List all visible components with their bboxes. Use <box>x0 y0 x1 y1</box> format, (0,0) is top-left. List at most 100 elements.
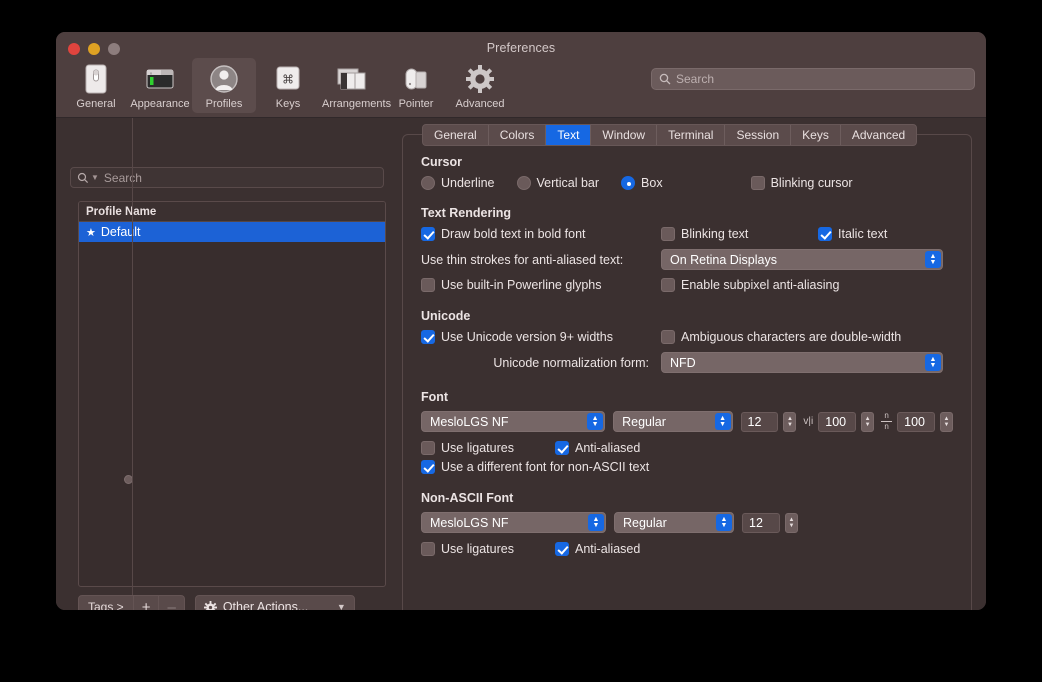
vertical-spacing-field[interactable]: 100 <box>897 411 935 432</box>
profile-search-field[interactable]: ▼ Search <box>70 167 384 188</box>
vertical-spacing-icon: nn <box>881 412 893 431</box>
toolbar-item-general[interactable]: General <box>64 58 128 113</box>
toolbar-item-label: General <box>76 98 116 110</box>
toolbar-item-label: Appearance <box>130 98 190 110</box>
tab-terminal[interactable]: Terminal <box>657 125 726 145</box>
tab-keys[interactable]: Keys <box>791 125 841 145</box>
add-profile-button[interactable]: + <box>133 595 160 610</box>
toolbar-item-label: Keys <box>275 98 301 110</box>
toolbar-item-label: Profiles <box>205 98 243 110</box>
toolbar-search-field[interactable]: Search <box>651 68 975 90</box>
subpixel-antialiasing-checkbox[interactable]: Enable subpixel anti-aliasing <box>661 278 839 292</box>
toolbar-item-profiles[interactable]: Profiles <box>192 58 256 113</box>
remove-profile-button[interactable]: – <box>159 595 185 610</box>
thin-strokes-label: Use thin strokes for anti-aliased text: <box>421 252 624 267</box>
font-antialiased-checkbox[interactable]: Anti-aliased <box>555 441 640 455</box>
chevron-down-icon: ▼ <box>336 602 346 610</box>
thin-strokes-select[interactable]: On Retina Displays ▲ ▼ <box>661 249 943 270</box>
unicode-normalization-value: NFD <box>670 355 696 370</box>
toolbar-item-appearance[interactable]: x Appearance <box>128 58 192 113</box>
profile-list-toolbar: Tags > + – Other Actions... ▼ <box>78 595 355 610</box>
font-style-select[interactable]: Regular ▲ ▼ <box>613 411 733 432</box>
tab-colors[interactable]: Colors <box>489 125 547 145</box>
non-ascii-font-style-select[interactable]: Regular ▲ ▼ <box>614 512 734 533</box>
profile-settings-panel: General Colors Text Window Terminal Sess… <box>402 124 972 610</box>
subpixel-antialiasing-label: Enable subpixel anti-aliasing <box>681 278 840 292</box>
svg-text:⌘: ⌘ <box>282 73 294 87</box>
non-ascii-font-size-field[interactable]: 12 <box>742 512 780 533</box>
table-row[interactable]: ★ Default <box>79 222 385 242</box>
draw-bold-label: Draw bold text in bold font <box>441 227 586 241</box>
tab-general[interactable]: General <box>423 125 489 145</box>
chevron-down-icon[interactable]: ▼ <box>91 173 99 182</box>
tab-advanced[interactable]: Advanced <box>841 125 916 145</box>
arrangements-icon <box>322 62 382 96</box>
checkbox-indicator <box>661 278 675 292</box>
search-icon <box>659 73 671 85</box>
font-ligatures-checkbox[interactable]: Use ligatures <box>421 441 555 455</box>
toolbar-item-advanced[interactable]: Advanced <box>448 58 512 113</box>
vertical-spacing-stepper[interactable]: ▲ ▼ <box>940 411 953 432</box>
chevron-updown-icon: ▲ ▼ <box>716 514 732 531</box>
non-ascii-ligatures-label: Use ligatures <box>441 542 514 556</box>
non-ascii-font-size-stepper[interactable]: ▲ ▼ <box>785 512 798 533</box>
non-ascii-antialiased-checkbox[interactable]: Anti-aliased <box>555 542 640 556</box>
svg-text:x: x <box>150 70 152 75</box>
horizontal-spacing-field[interactable]: 100 <box>818 411 857 432</box>
thin-strokes-row: Use thin strokes for anti-aliased text: … <box>421 249 953 270</box>
non-ascii-font-options-row: Use ligatures Anti-aliased <box>421 542 953 556</box>
tab-text[interactable]: Text <box>546 125 592 145</box>
italic-text-checkbox[interactable]: Italic text <box>818 227 887 241</box>
cursor-vertical-bar-radio[interactable]: Vertical bar <box>516 176 599 190</box>
font-family-select[interactable]: MesloLGS NF ▲ ▼ <box>421 411 606 432</box>
search-icon <box>77 172 89 184</box>
different-font-checkbox[interactable]: Use a different font for non-ASCII text <box>421 460 953 474</box>
non-ascii-ligatures-checkbox[interactable]: Use ligatures <box>421 542 555 556</box>
horizontal-spacing-stepper[interactable]: ▲ ▼ <box>861 411 875 432</box>
profile-name: Default <box>100 225 141 239</box>
font-size-stepper[interactable]: ▲ ▼ <box>783 411 797 432</box>
profile-list[interactable]: Profile Name ★ Default <box>78 201 386 587</box>
unicode-normalization-select[interactable]: NFD ▲ ▼ <box>661 352 943 373</box>
text-rendering-row-3: Use built-in Powerline glyphs Enable sub… <box>421 278 953 292</box>
profile-search-placeholder: Search <box>103 170 142 185</box>
radio-indicator <box>421 176 435 190</box>
font-size-field[interactable]: 12 <box>740 411 779 432</box>
other-actions-button[interactable]: Other Actions... ▼ <box>194 595 355 610</box>
appearance-icon: x <box>130 62 190 96</box>
preferences-window: Preferences General x Appearance Profile… <box>56 32 986 610</box>
blinking-cursor-checkbox[interactable]: Blinking cursor <box>750 176 853 190</box>
blinking-text-label: Blinking text <box>681 227 749 241</box>
text-rendering-row-1: Draw bold text in bold font Blinking tex… <box>421 227 953 241</box>
italic-text-label: Italic text <box>838 227 888 241</box>
blinking-text-checkbox[interactable]: Blinking text <box>661 227 818 241</box>
cursor-box-radio[interactable]: Box <box>621 176 663 190</box>
checkbox-indicator <box>421 227 435 241</box>
toolbar-item-pointer[interactable]: Pointer <box>384 58 448 113</box>
font-style-value: Regular <box>622 414 666 429</box>
chevron-updown-icon: ▲ ▼ <box>925 354 941 371</box>
gear-icon <box>203 600 217 610</box>
toolbar-item-arrangements[interactable]: Arrangements <box>320 58 391 113</box>
checkbox-indicator <box>661 330 675 344</box>
preferences-toolbar: General x Appearance Profiles ⌘ Keys Arr… <box>64 58 512 113</box>
section-title-font: Font <box>421 390 449 404</box>
tab-window[interactable]: Window <box>591 125 658 145</box>
tags-button[interactable]: Tags > <box>78 595 134 610</box>
draw-bold-checkbox[interactable]: Draw bold text in bold font <box>421 227 661 241</box>
toolbar-search-placeholder: Search <box>676 72 715 86</box>
general-icon <box>66 62 126 96</box>
ambiguous-width-checkbox[interactable]: Ambiguous characters are double-width <box>661 330 901 344</box>
radio-indicator <box>516 176 531 190</box>
checkbox-indicator <box>750 176 765 190</box>
profile-list-header: Profile Name <box>79 202 385 222</box>
non-ascii-font-family-select[interactable]: MesloLGS NF ▲ ▼ <box>421 512 606 533</box>
toolbar-item-keys[interactable]: ⌘ Keys <box>256 58 320 113</box>
ambiguous-width-label: Ambiguous characters are double-width <box>681 330 902 344</box>
cursor-underline-radio[interactable]: Underline <box>421 176 495 190</box>
powerline-glyphs-checkbox[interactable]: Use built-in Powerline glyphs <box>421 278 661 292</box>
section-title-text-rendering: Text Rendering <box>421 206 512 220</box>
font-antialiased-label: Anti-aliased <box>575 441 641 455</box>
tab-session[interactable]: Session <box>725 125 792 145</box>
unicode-version9-checkbox[interactable]: Use Unicode version 9+ widths <box>421 330 661 344</box>
